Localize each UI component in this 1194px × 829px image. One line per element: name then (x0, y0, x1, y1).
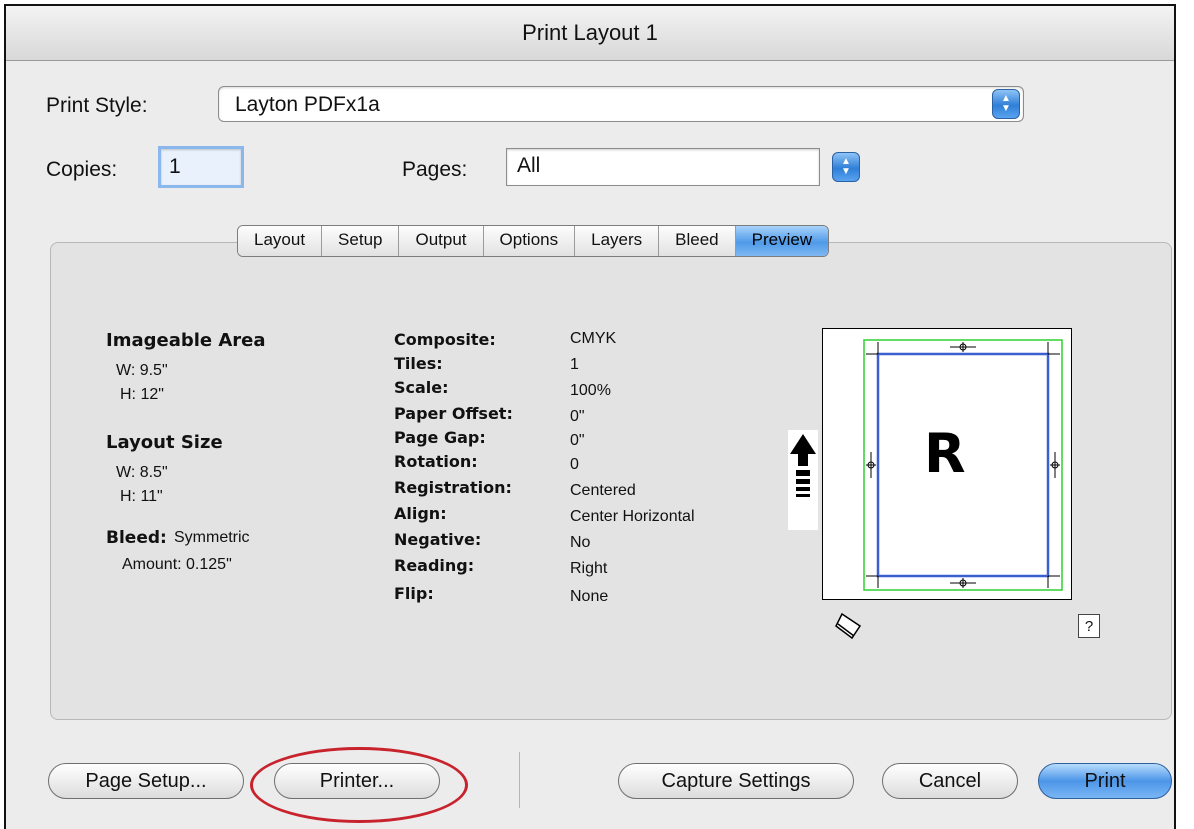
detail-key: Align: (394, 504, 447, 523)
detail-key: Reading: (394, 556, 475, 575)
tab-setup[interactable]: Setup (322, 226, 400, 256)
page-setup-button[interactable]: Page Setup... (48, 763, 244, 799)
bleed-label: Bleed: (106, 528, 167, 548)
print-dialog: Print Layout 1 Print Style: Layton PDFx1… (4, 4, 1176, 829)
window-title: Print Layout 1 (6, 6, 1174, 61)
layout-width: W: 8.5" (116, 464, 168, 481)
up-arrow-icon (788, 430, 818, 530)
detail-key: Paper Offset: (394, 404, 513, 423)
pages-field[interactable]: All (506, 148, 820, 186)
imageable-width: W: 9.5" (116, 362, 168, 379)
tab-layers[interactable]: Layers (575, 226, 660, 256)
detail-key: Registration: (394, 478, 512, 497)
tab-bleed[interactable]: Bleed (659, 226, 736, 256)
detail-value: 0" (570, 408, 585, 425)
print-style-label: Print Style: (46, 94, 148, 117)
detail-key: Page Gap: (394, 428, 486, 447)
tab-output[interactable]: Output (399, 226, 484, 256)
detail-key: Composite: (394, 330, 496, 349)
layout-size-title: Layout Size (106, 432, 223, 453)
printer-button[interactable]: Printer... (274, 763, 440, 799)
cancel-button[interactable]: Cancel (882, 763, 1018, 799)
tab-bar: Layout Setup Output Options Layers Bleed… (237, 225, 830, 257)
detail-value: CMYK (570, 330, 617, 347)
popup-arrows-icon: ▲ ▼ (992, 89, 1020, 119)
detail-value: Right (570, 560, 608, 577)
tab-options[interactable]: Options (483, 226, 576, 256)
print-button[interactable]: Print (1038, 763, 1172, 799)
tab-layout[interactable]: Layout (238, 226, 323, 256)
detail-value: 1 (570, 356, 579, 373)
copies-field[interactable]: 1 (158, 146, 244, 188)
bleed-amount: Amount: 0.125" (122, 556, 232, 573)
detail-value: 0 (570, 456, 579, 473)
pages-label: Pages: (402, 158, 468, 181)
bleed-value: Symmetric (174, 529, 250, 546)
eraser-icon[interactable] (834, 610, 864, 640)
divider (519, 752, 520, 808)
capture-settings-button[interactable]: Capture Settings (618, 763, 854, 799)
detail-key: Scale: (394, 378, 449, 397)
detail-value: 100% (570, 382, 611, 399)
detail-value: No (570, 534, 591, 551)
detail-key: Tiles: (394, 354, 443, 373)
layout-height: H: 11" (120, 488, 163, 505)
detail-value: Centered (570, 482, 636, 499)
page-letter: R (924, 422, 966, 485)
imageable-height: H: 12" (120, 386, 164, 403)
detail-value: Center Horizontal (570, 508, 695, 525)
detail-value: None (570, 588, 609, 605)
detail-key: Flip: (394, 584, 434, 603)
help-button[interactable]: ? (1078, 614, 1100, 638)
tab-preview[interactable]: Preview (735, 226, 829, 256)
print-style-popup[interactable]: Layton PDFx1a ▲ ▼ (218, 86, 1024, 122)
copies-label: Copies: (46, 158, 118, 181)
detail-key: Negative: (394, 530, 482, 549)
detail-value: 0" (570, 432, 585, 449)
detail-key: Rotation: (394, 452, 478, 471)
print-style-value: Layton PDFx1a (235, 93, 380, 116)
imageable-area-title: Imageable Area (106, 330, 266, 351)
pages-popup-icon[interactable]: ▲ ▼ (832, 152, 860, 182)
